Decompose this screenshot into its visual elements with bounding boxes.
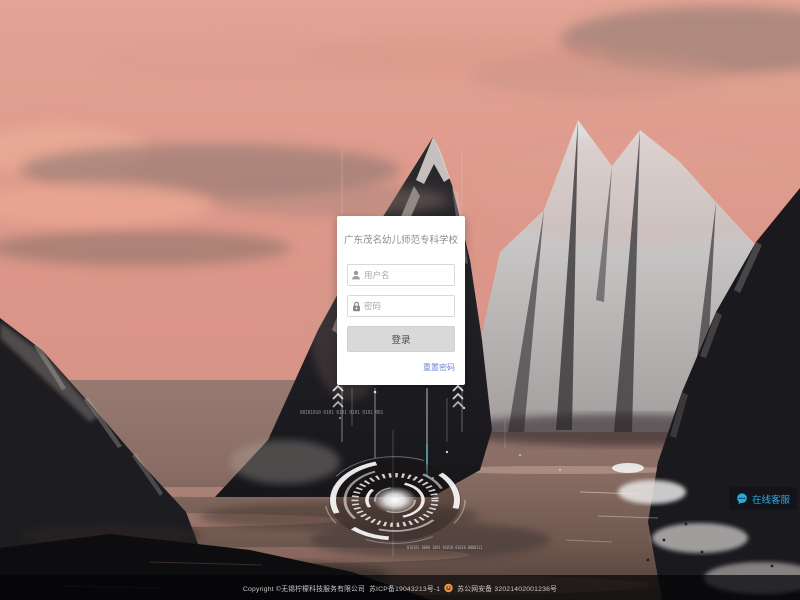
reset-password-link[interactable]: 重置密码 xyxy=(423,362,455,373)
login-page: 00101010 0101 0101 0101 0101 001 010101 … xyxy=(0,0,800,600)
online-service-label: 在线客服 xyxy=(752,492,790,506)
online-service-button[interactable]: 在线客服 xyxy=(729,487,797,510)
school-name-title: 广东茂名幼儿师范专科学校 xyxy=(337,232,465,246)
police-badge-icon xyxy=(444,583,453,593)
chat-bubble-icon xyxy=(736,493,748,505)
police-number-text: 苏公网安备 32021402001236号 xyxy=(457,583,557,593)
login-button[interactable]: 登录 xyxy=(347,326,455,352)
login-card: 广东茂名幼儿师范专科学校 登录 重置密码 xyxy=(337,216,465,385)
user-icon xyxy=(348,270,364,280)
password-field xyxy=(347,295,455,317)
lock-icon xyxy=(348,301,364,312)
password-input[interactable] xyxy=(364,301,454,311)
binary-text-left: 00101010 0101 0101 0101 0101 001 xyxy=(300,411,383,416)
binary-text-right: 010101 0000 1001 01010 01010 0000111 xyxy=(407,546,482,551)
username-input[interactable] xyxy=(364,270,454,280)
icp-number-text: 苏ICP备19043213号-1 xyxy=(369,583,440,593)
footer-bar: Copyright ©无锡柠檬科技服务有限公司 苏ICP备19043213号-1… xyxy=(0,575,800,600)
username-field xyxy=(347,264,455,286)
copyright-text: Copyright ©无锡柠檬科技服务有限公司 xyxy=(243,583,365,593)
